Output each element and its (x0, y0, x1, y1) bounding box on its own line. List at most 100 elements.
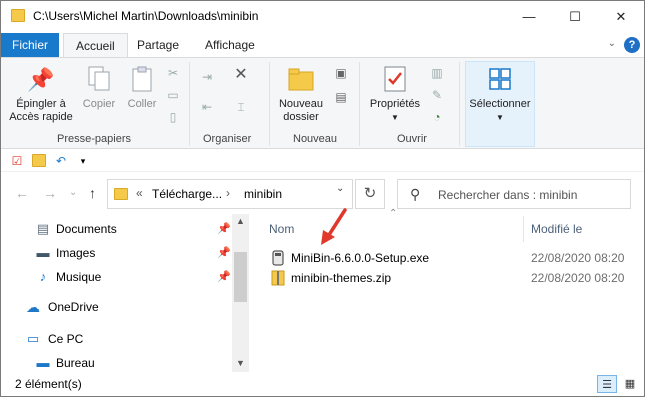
minimize-button[interactable]: — (506, 1, 552, 32)
item-count: 2 élément(s) (15, 377, 82, 391)
copy-button[interactable]: Copier (77, 64, 121, 111)
open-icon[interactable]: ▥ (429, 66, 445, 80)
ribbon-divider (359, 62, 360, 146)
recent-locations-icon[interactable]: ⌄ (69, 187, 77, 198)
new-item-icon[interactable]: ▣ (333, 66, 349, 80)
tab-view[interactable]: Affichage (193, 33, 267, 57)
title-bar: C:\Users\Michel Martin\Downloads\minibin… (1, 1, 644, 33)
move-to-icon[interactable]: ⇥ (199, 70, 215, 84)
back-arrow-icon[interactable]: ← (15, 185, 29, 201)
refresh-button[interactable]: ↻ (355, 179, 385, 209)
chevron-right-icon[interactable]: › (226, 186, 230, 200)
search-box[interactable]: ⚲ Rechercher dans : minibin (397, 179, 631, 209)
copy-label: Copier (82, 98, 116, 110)
rename-icon[interactable]: ⌶ (233, 100, 249, 114)
nav-item-desktop[interactable]: ▬ Bureau (1, 352, 231, 374)
nav-item-documents[interactable]: ▤ Documents 📌 (1, 218, 231, 240)
paste-icon (127, 64, 157, 94)
customize-toolbar-icon[interactable]: ▾ (75, 153, 91, 169)
refresh-icon: ↻ (363, 185, 377, 202)
breadcrumb-downloads[interactable]: Télécharge... (152, 187, 222, 201)
status-bar: 2 élément(s) ☰ ▦ (1, 373, 644, 396)
pin-quick-access-button[interactable]: 📌 Épingler à Accès rapide (7, 64, 75, 124)
breadcrumb-minibin[interactable]: minibin (244, 187, 282, 201)
tab-share[interactable]: Partage (125, 33, 191, 57)
pin-icon[interactable]: 📌 (217, 270, 231, 283)
folder-icon[interactable] (32, 154, 46, 167)
easy-access-icon[interactable]: ▤ (333, 90, 349, 104)
breadcrumb-overflow[interactable]: « (136, 186, 143, 200)
delete-icon[interactable]: ✕ (233, 67, 249, 83)
pin-label-line2: Accès rapide (9, 111, 73, 123)
search-icon: ⚲ (410, 186, 421, 202)
edit-icon[interactable]: ✎ (429, 88, 445, 102)
address-dropdown-icon[interactable]: ⌄ (336, 183, 344, 194)
scroll-up-icon[interactable]: ▲ (236, 216, 245, 226)
nav-item-onedrive[interactable]: ☁ OneDrive (1, 296, 231, 318)
cut-icon[interactable]: ✂ (165, 66, 181, 80)
group-new-label: Nouveau (293, 133, 338, 145)
group-clipboard-label: Presse-papiers (57, 133, 131, 145)
scrollbar-thumb[interactable] (234, 252, 247, 302)
quick-access-toolbar: ☑ ↶ ▾ (1, 150, 644, 172)
nav-item-label: Documents (56, 222, 117, 236)
forward-arrow-icon[interactable]: → (43, 185, 57, 201)
scroll-down-icon[interactable]: ▼ (236, 358, 245, 368)
chevron-down-icon: ▼ (496, 113, 504, 122)
navigation-pane: ▤ Documents 📌 ▬ Images 📌 ♪ Musique 📌 ☁ O… (1, 214, 249, 372)
select-button[interactable]: Sélectionner ▼ (465, 64, 535, 124)
nav-item-label: Bureau (56, 356, 95, 370)
nav-pane-scrollbar[interactable]: ▲ ▼ (232, 214, 249, 372)
column-header-name[interactable]: Nom (269, 222, 294, 236)
ribbon-divider (269, 62, 270, 146)
copy-path-icon[interactable]: ▭ (165, 88, 181, 102)
undo-icon[interactable]: ↶ (53, 153, 69, 169)
new-folder-icon (286, 64, 316, 94)
nav-item-label: Musique (56, 270, 102, 284)
chevron-down-icon: ▼ (391, 113, 399, 122)
copy-icon (84, 64, 114, 94)
cloud-icon: ☁ (26, 299, 40, 315)
file-date: 22/08/2020 08:20 (531, 271, 625, 285)
file-name: MiniBin-6.6.0.0-Setup.exe (291, 251, 430, 265)
file-date: 22/08/2020 08:20 (531, 251, 625, 265)
file-row[interactable]: minibin-themes.zip 22/08/2020 08:20 (267, 267, 642, 289)
nav-item-images[interactable]: ▬ Images 📌 (1, 242, 231, 264)
address-bar[interactable]: « Télécharge... › minibin (107, 179, 353, 209)
tab-home[interactable]: Accueil (63, 33, 128, 58)
paste-shortcut-icon[interactable]: ▯ (165, 110, 181, 124)
new-folder-label-line1: Nouveau (278, 98, 324, 110)
chevron-down-icon[interactable]: ⌄ (608, 38, 616, 49)
ribbon-divider (459, 62, 460, 146)
column-divider[interactable] (523, 216, 524, 242)
zip-icon (271, 270, 285, 286)
desktop-icon: ▬ (36, 355, 50, 370)
nav-item-this-pc[interactable]: ▭ Ce PC (1, 328, 231, 350)
pin-icon[interactable]: 📌 (217, 222, 231, 235)
help-icon[interactable]: ? (624, 37, 640, 53)
properties-icon[interactable]: ☑ (9, 153, 25, 169)
image-icon: ▬ (36, 245, 50, 260)
group-organize-label: Organiser (203, 133, 252, 145)
folder-icon (11, 9, 25, 22)
copy-to-icon[interactable]: ⇤ (199, 100, 215, 114)
maximize-button[interactable]: ☐ (552, 1, 598, 32)
pin-label-line1: Épingler à (16, 98, 66, 110)
properties-button[interactable]: Propriétés ▼ (365, 64, 425, 124)
close-button[interactable]: ✕ (598, 1, 644, 32)
tab-file[interactable]: Fichier (1, 33, 59, 57)
nav-item-music[interactable]: ♪ Musique 📌 (1, 266, 231, 288)
file-row[interactable]: MiniBin-6.6.0.0-Setup.exe 22/08/2020 08:… (267, 247, 642, 269)
nav-item-label: Images (56, 246, 96, 260)
pin-icon[interactable]: 📌 (217, 246, 231, 259)
ribbon-divider (189, 62, 190, 146)
search-input[interactable]: Rechercher dans : minibin (438, 188, 577, 202)
column-header-modified[interactable]: Modifié le (531, 222, 582, 236)
paste-button[interactable]: Coller (121, 64, 163, 111)
details-view-icon[interactable]: ☰ (597, 375, 617, 393)
annotation-arrow (321, 208, 347, 245)
new-folder-button[interactable]: Nouveau dossier (273, 64, 329, 124)
up-arrow-icon[interactable]: ↑ (89, 185, 96, 201)
history-icon[interactable]: ◔ (429, 110, 445, 124)
large-icons-view-icon[interactable]: ▦ (620, 375, 640, 393)
